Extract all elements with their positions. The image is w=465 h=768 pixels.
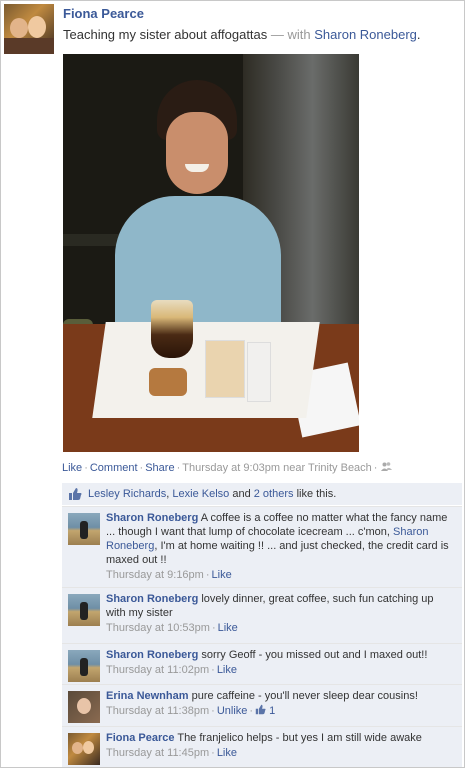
commenter-avatar[interactable] — [68, 650, 100, 682]
comment-like-link[interactable]: Like — [217, 664, 237, 676]
commenter-avatar[interactable] — [68, 594, 100, 626]
comment-like-link[interactable]: Like — [218, 622, 238, 634]
comment-text: The franjelico helps - but yes I am stil… — [177, 732, 422, 744]
commenter-name[interactable]: Fiona Pearce — [106, 732, 174, 744]
commenter-name[interactable]: Sharon Roneberg — [106, 512, 198, 524]
comment-time[interactable]: Thursday at 11:38pm — [106, 705, 209, 717]
thumbs-up-icon — [68, 487, 82, 504]
comment-time[interactable]: Thursday at 9:16pm — [106, 569, 204, 581]
others-link[interactable]: 2 others — [254, 488, 294, 500]
comment-item: Fiona Pearce The franjelico helps - but … — [62, 726, 462, 767]
share-link[interactable]: Share — [145, 462, 174, 474]
comment-like-link[interactable]: Like — [212, 569, 232, 581]
comment-text: pure caffeine - you'll never sleep dear … — [191, 690, 418, 702]
comment-time[interactable]: Thursday at 11:45pm — [106, 747, 209, 759]
audience-icon[interactable] — [381, 462, 393, 474]
comment-time[interactable]: Thursday at 11:02pm — [106, 664, 209, 676]
commenter-name[interactable]: Erina Newnham — [106, 690, 189, 702]
comment-unlike-link[interactable]: Unlike — [217, 705, 248, 717]
author-name[interactable]: Fiona Pearce — [63, 6, 144, 21]
commenter-avatar[interactable] — [68, 733, 100, 765]
comment-like-count[interactable]: 1 — [255, 704, 275, 717]
liker-link[interactable]: Lesley Richards — [88, 488, 166, 500]
comment-item: Erina Newnham pure caffeine - you'll nev… — [62, 684, 462, 726]
like-link[interactable]: Like — [62, 462, 82, 474]
commenter-name[interactable]: Sharon Roneberg — [106, 593, 198, 605]
liker-link[interactable]: Lexie Kelso — [172, 488, 229, 500]
commenter-avatar[interactable] — [68, 691, 100, 723]
post-timestamp[interactable]: Thursday at 9:03pm near Trinity Beach — [182, 462, 372, 474]
comment-like-link[interactable]: Like — [217, 747, 237, 759]
comment-item: Sharon Roneberg A coffee is a coffee no … — [62, 506, 462, 587]
status-text: Teaching my sister about affogattas — wi… — [63, 27, 421, 42]
post-photo[interactable] — [63, 54, 359, 452]
thumbs-up-icon — [255, 704, 266, 715]
commenter-name[interactable]: Sharon Roneberg — [106, 649, 198, 661]
comment-link[interactable]: Comment — [90, 462, 138, 474]
comment-item: Sharon Roneberg lovely dinner, great cof… — [62, 587, 462, 643]
comment-time[interactable]: Thursday at 10:53pm — [106, 622, 210, 634]
commenter-avatar[interactable] — [68, 513, 100, 545]
likes-summary: Lesley Richards, Lexie Kelso and 2 other… — [62, 483, 462, 505]
author-avatar[interactable] — [4, 4, 54, 54]
comment-item: Sharon Roneberg sorry Geoff - you missed… — [62, 643, 462, 684]
tagged-user-link[interactable]: Sharon Roneberg — [314, 27, 417, 42]
story-actions: Like · Comment · Share · Thursday at 9:03pm ne… — [62, 462, 393, 474]
comment-text: sorry Geoff - you missed out and I maxed… — [201, 649, 428, 661]
